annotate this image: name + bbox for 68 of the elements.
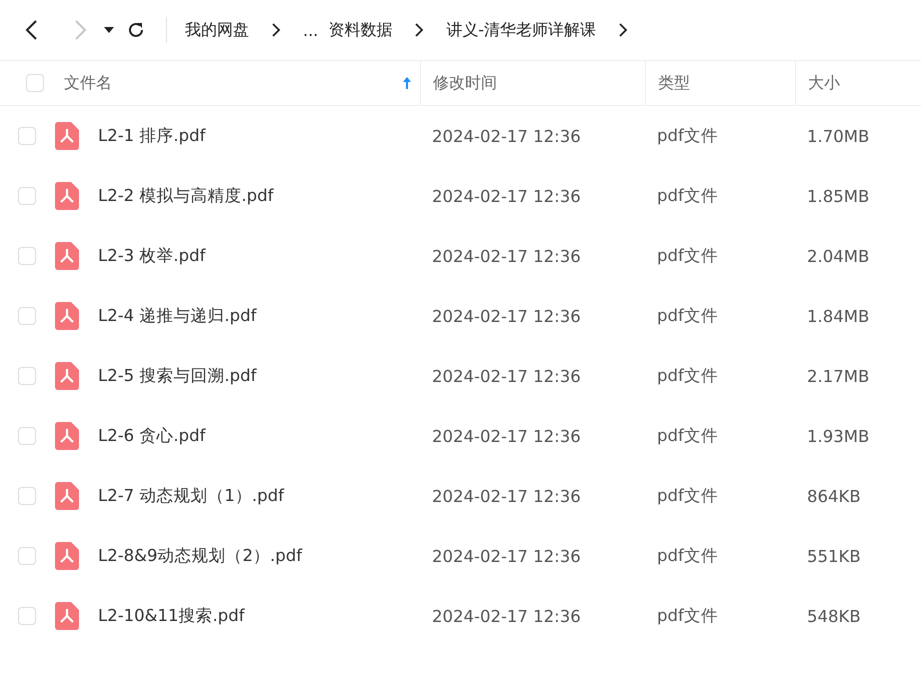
file-type: pdf文件 — [657, 306, 718, 325]
modified-time: 2024-02-17 12:36 — [432, 426, 581, 446]
pdf-file-icon — [55, 362, 79, 390]
column-header[interactable]: 文件名 — [64, 72, 112, 94]
pdf-file-icon — [55, 302, 79, 330]
modified-time: 2024-02-17 12:36 — [432, 126, 581, 146]
modified-time: 2024-02-17 12:36 — [432, 606, 581, 626]
chevron-icon — [618, 23, 628, 37]
file-size: 2.17MB — [807, 366, 870, 386]
file-type: pdf文件 — [657, 246, 718, 265]
file-size: 2.04MB — [807, 246, 870, 266]
checkbox[interactable] — [18, 487, 36, 505]
checkbox[interactable] — [18, 187, 36, 205]
column-header[interactable]: 大小 — [808, 72, 840, 94]
breadcrumb-link[interactable]: 讲义-清华老师详解课 — [446, 20, 596, 40]
pdf-file-icon — [55, 542, 79, 570]
pdf-file-icon — [55, 482, 79, 510]
file-type: pdf文件 — [657, 126, 718, 145]
file-name[interactable]: L2-1 排序.pdf — [98, 125, 206, 147]
file-type: pdf文件 — [657, 366, 718, 385]
file-type: pdf文件 — [657, 606, 718, 625]
refresh-button[interactable] — [126, 20, 146, 40]
breadcrumb-link[interactable]: 我的网盘 — [185, 20, 249, 40]
modified-time: 2024-02-17 12:36 — [432, 306, 581, 326]
breadcrumb-link[interactable]: ... — [303, 20, 318, 40]
file-type: pdf文件 — [657, 186, 718, 205]
modified-time: 2024-02-17 12:36 — [432, 366, 581, 386]
chevron-icon — [414, 23, 424, 37]
file-name[interactable]: L2-7 动态规划（1）.pdf — [98, 485, 284, 507]
file-size: 864KB — [807, 486, 861, 506]
checkbox[interactable] — [18, 127, 36, 145]
checkbox[interactable] — [18, 307, 36, 325]
pdf-file-icon — [55, 602, 79, 630]
breadcrumb-link[interactable]: 资料数据 — [328, 20, 392, 40]
column-header[interactable]: 修改时间 — [433, 72, 497, 94]
file-size: 1.93MB — [807, 426, 870, 446]
checkbox[interactable] — [18, 427, 36, 445]
file-name[interactable]: L2-3 枚举.pdf — [98, 245, 206, 267]
file-name[interactable]: L2-4 递推与递归.pdf — [98, 305, 256, 327]
file-type: pdf文件 — [657, 546, 718, 565]
file-size: 1.70MB — [807, 126, 870, 146]
file-type: pdf文件 — [657, 486, 718, 505]
file-name[interactable]: L2-2 模拟与高精度.pdf — [98, 185, 274, 207]
column-header[interactable]: 类型 — [658, 72, 690, 94]
file-name[interactable]: L2-6 贪心.pdf — [98, 425, 206, 447]
file-name[interactable]: L2-8&9动态规划（2）.pdf — [98, 545, 302, 567]
pdf-file-icon — [55, 242, 79, 270]
modified-time: 2024-02-17 12:36 — [432, 486, 581, 506]
checkbox[interactable] — [18, 607, 36, 625]
dropdown-button[interactable] — [104, 26, 114, 34]
checkbox[interactable] — [18, 247, 36, 265]
checkbox[interactable] — [18, 547, 36, 565]
modified-time: 2024-02-17 12:36 — [432, 546, 581, 566]
file-name[interactable]: L2-10&11搜索.pdf — [98, 605, 245, 627]
pdf-file-icon — [55, 182, 79, 210]
checkbox[interactable] — [26, 74, 44, 92]
pdf-file-icon — [55, 422, 79, 450]
file-size: 1.84MB — [807, 306, 870, 326]
file-size: 551KB — [807, 546, 861, 566]
chevron-icon — [271, 23, 281, 37]
file-type: pdf文件 — [657, 426, 718, 445]
pdf-file-icon — [55, 122, 79, 150]
checkbox[interactable] — [18, 367, 36, 385]
file-size: 548KB — [807, 606, 861, 626]
file-name[interactable]: L2-5 搜索与回溯.pdf — [98, 365, 256, 387]
modified-time: 2024-02-17 12:36 — [432, 186, 581, 206]
file-size: 1.85MB — [807, 186, 870, 206]
modified-time: 2024-02-17 12:36 — [432, 246, 581, 266]
